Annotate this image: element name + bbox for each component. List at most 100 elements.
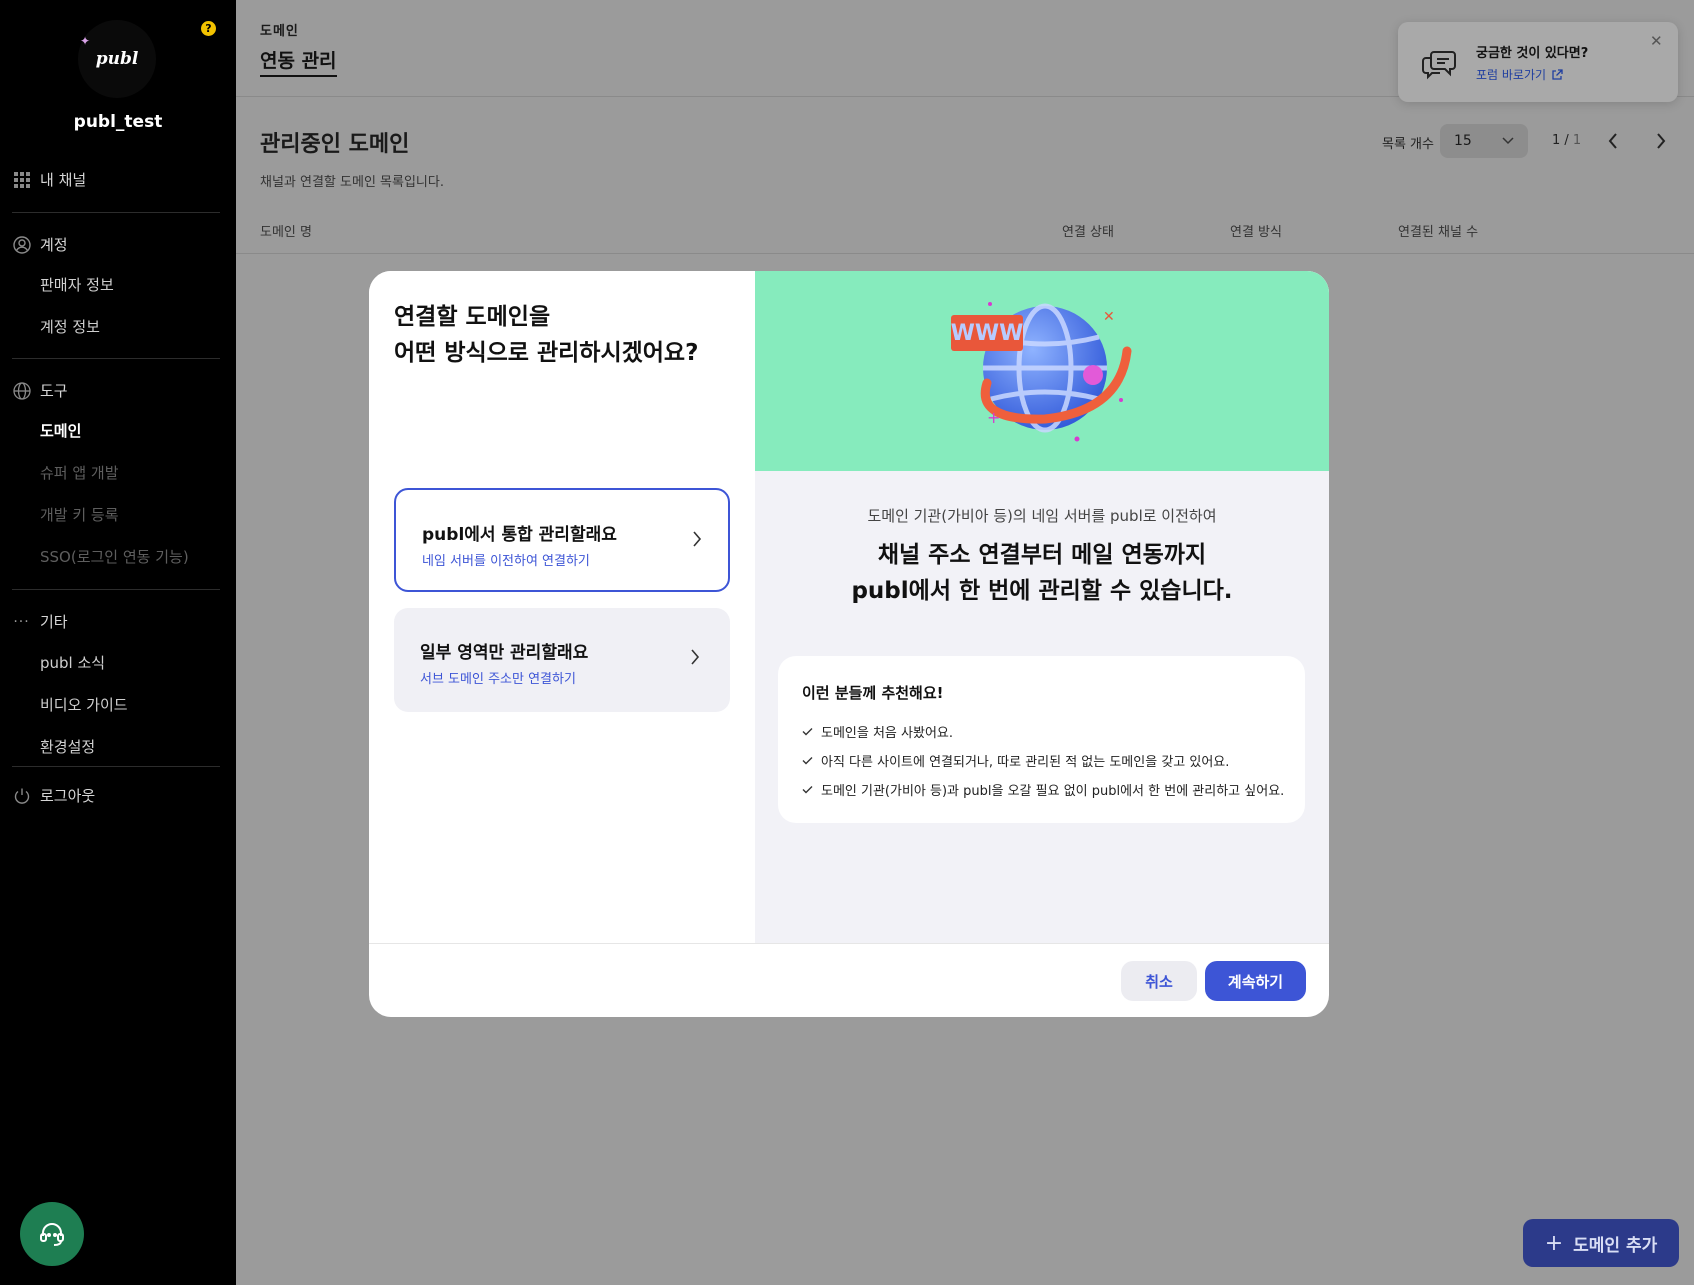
domain-method-modal: 연결할 도메인을 어떤 방식으로 관리하시겠어요? publ에서 통합 관리할래… xyxy=(369,271,1329,1017)
username: publ_test xyxy=(73,112,163,132)
check-icon xyxy=(802,786,813,794)
option-subtitle: 서브 도메인 주소만 연결하기 xyxy=(420,672,576,687)
forum-link-label: 포럼 바로가기 xyxy=(1476,68,1547,82)
svg-text:✕: ✕ xyxy=(1103,309,1115,325)
modal-left-panel: 연결할 도메인을 어떤 방식으로 관리하시겠어요? publ에서 통합 관리할래… xyxy=(369,271,755,943)
plus-icon: + xyxy=(1544,1230,1564,1256)
description-headline-line1: 채널 주소 연결부터 메일 연동까지 xyxy=(877,542,1207,568)
recommendation-text: 아직 다른 사이트에 연결되거나, 따로 관리된 적 없는 도메인을 갖고 있어… xyxy=(821,755,1230,770)
option-title: publ에서 통합 관리할래요 xyxy=(422,525,617,545)
forum-link[interactable]: 포럼 바로가기 xyxy=(1476,66,1563,83)
divider xyxy=(369,943,1329,944)
page-current: 1 / xyxy=(1552,133,1569,148)
cancel-button[interactable]: 취소 xyxy=(1121,961,1197,1001)
page-total: 1 xyxy=(1568,133,1582,148)
recommendation-item: 도메인 기관(가비아 등)과 publ을 오갈 필요 없이 publ에서 한 번… xyxy=(802,780,1284,799)
modal-right-panel: WWW ✕ + 도메인 기관(가비아 등)의 네임 서버를 publ로 이전하여… xyxy=(755,271,1329,943)
sidebar-item-publ-news[interactable]: publ 소식 xyxy=(40,652,105,673)
recommendation-title: 이런 분들께 추천해요! xyxy=(802,684,944,702)
sparkle-icon: ✦ xyxy=(80,34,91,48)
option-partial-management[interactable]: 일부 영역만 관리할래요 서브 도메인 주소만 연결하기 xyxy=(394,608,730,712)
description-headline: 채널 주소 연결부터 메일 연동까지 publ에서 한 번에 관리할 수 있습니… xyxy=(755,537,1329,609)
toast-title: 궁금한 것이 있다면? xyxy=(1476,46,1589,61)
hero-banner: WWW ✕ + xyxy=(755,271,1329,471)
section-description: 채널과 연결할 도메인 목록입니다. xyxy=(260,175,444,190)
breadcrumb: 도메인 xyxy=(260,24,299,39)
check-icon xyxy=(802,757,813,765)
sidebar-item-label: 내 채널 xyxy=(40,171,87,189)
option-full-management[interactable]: publ에서 통합 관리할래요 네임 서버를 이전하여 연결하기 xyxy=(394,488,730,592)
sidebar-item-dev-key[interactable]: 개발 키 등록 xyxy=(40,504,119,525)
page-indicator: 1 / 1 xyxy=(1552,133,1581,148)
sidebar-section-account: 계정 xyxy=(12,234,68,255)
sidebar-item-account-info[interactable]: 계정 정보 xyxy=(40,316,100,337)
divider xyxy=(12,766,220,767)
list-count-value: 15 xyxy=(1454,133,1472,149)
help-icon[interactable]: ? xyxy=(201,21,216,36)
sidebar-section-etc: ··· 기타 xyxy=(12,611,68,632)
chevron-down-icon xyxy=(1502,137,1514,145)
option-title: 일부 영역만 관리할래요 xyxy=(420,643,589,663)
divider xyxy=(12,358,220,359)
sidebar-item-settings[interactable]: 환경설정 xyxy=(40,736,95,757)
sidebar-section-label: 기타 xyxy=(40,613,68,631)
chevron-right-icon xyxy=(693,531,702,547)
column-header-method: 연결 방식 xyxy=(1230,225,1282,240)
column-header-status: 연결 상태 xyxy=(1062,225,1114,240)
logo-text: publ xyxy=(95,49,139,69)
chevron-right-icon xyxy=(691,649,700,665)
support-chat-button[interactable] xyxy=(20,1202,84,1266)
modal-title: 연결할 도메인을 어떤 방식으로 관리하시겠어요? xyxy=(394,299,698,371)
divider xyxy=(236,253,1694,254)
sidebar-item-sso[interactable]: SSO(로그인 연동 기능) xyxy=(40,546,189,567)
www-badge-text: WWW xyxy=(951,321,1024,346)
list-count-label: 목록 개수 xyxy=(1382,137,1434,152)
sidebar-item-video-guide[interactable]: 비디오 가이드 xyxy=(40,694,128,715)
forum-toast: 궁금한 것이 있다면? 포럼 바로가기 ✕ xyxy=(1398,22,1678,102)
next-page-button[interactable] xyxy=(1648,128,1674,154)
sidebar-item-super-app[interactable]: 슈퍼 앱 개발 xyxy=(40,462,119,483)
sidebar-item-seller-info[interactable]: 판매자 정보 xyxy=(40,274,114,295)
headset-icon xyxy=(40,1223,64,1246)
modal-title-line1: 연결할 도메인을 xyxy=(394,304,551,330)
sidebar-section-tools: 도구 xyxy=(12,380,68,401)
check-icon xyxy=(802,728,813,736)
sidebar-section-label: 계정 xyxy=(40,236,68,254)
recommendation-text: 도메인 기관(가비아 등)과 publ을 오갈 필요 없이 publ에서 한 번… xyxy=(821,784,1285,799)
globe-icon xyxy=(12,381,31,400)
recommendation-text: 도메인을 처음 사봤어요. xyxy=(821,726,953,741)
sidebar-item-label: 로그아웃 xyxy=(40,787,96,805)
globe-illustration: WWW ✕ + xyxy=(951,302,1132,442)
continue-button[interactable]: 계속하기 xyxy=(1205,961,1306,1001)
user-circle-icon xyxy=(12,235,31,254)
chevron-right-icon xyxy=(1657,133,1666,149)
chat-bubbles-icon xyxy=(1422,51,1456,80)
more-icon: ··· xyxy=(13,613,30,630)
recommendation-card: 이런 분들께 추천해요! 도메인을 처음 사봤어요. 아직 다른 사이트에 연결… xyxy=(778,656,1305,823)
add-domain-label: 도메인 추가 xyxy=(1573,1235,1658,1256)
recommendation-item: 도메인을 처음 사봤어요. xyxy=(802,722,953,741)
list-count-select[interactable]: 15 xyxy=(1440,124,1528,158)
add-domain-button[interactable]: + 도메인 추가 xyxy=(1523,1219,1679,1267)
modal-title-line2: 어떤 방식으로 관리하시겠어요? xyxy=(394,340,699,366)
recommendation-item: 아직 다른 사이트에 연결되거나, 따로 관리된 적 없는 도메인을 갖고 있어… xyxy=(802,751,1229,770)
page-title: 연동 관리 xyxy=(260,46,337,77)
close-icon[interactable]: ✕ xyxy=(1650,32,1663,50)
description-headline-line2: publ에서 한 번에 관리할 수 있습니다. xyxy=(851,578,1233,604)
option-subtitle: 네임 서버를 이전하여 연결하기 xyxy=(422,554,590,569)
sidebar-section-label: 도구 xyxy=(40,382,68,400)
sidebar-item-logout[interactable]: 로그아웃 xyxy=(12,785,95,806)
column-header-domain-name: 도메인 명 xyxy=(260,225,312,240)
sidebar: ✦ publ ? publ_test 내 채널 계정 판매자 정보 계정 정보 … xyxy=(0,0,236,1285)
chevron-left-icon xyxy=(1608,133,1617,149)
svg-text:+: + xyxy=(987,408,1000,427)
section-title: 관리중인 도메인 xyxy=(260,132,410,157)
sidebar-item-domain[interactable]: 도메인 xyxy=(40,420,81,441)
channel-logo[interactable]: ✦ publ xyxy=(78,20,156,98)
column-header-channel-count: 연결된 채널 수 xyxy=(1398,225,1479,240)
sidebar-item-my-channel[interactable]: 내 채널 xyxy=(12,169,86,190)
divider xyxy=(12,212,220,213)
description-small: 도메인 기관(가비아 등)의 네임 서버를 publ로 이전하여 xyxy=(867,507,1217,525)
divider xyxy=(12,589,220,590)
prev-page-button[interactable] xyxy=(1600,128,1626,154)
